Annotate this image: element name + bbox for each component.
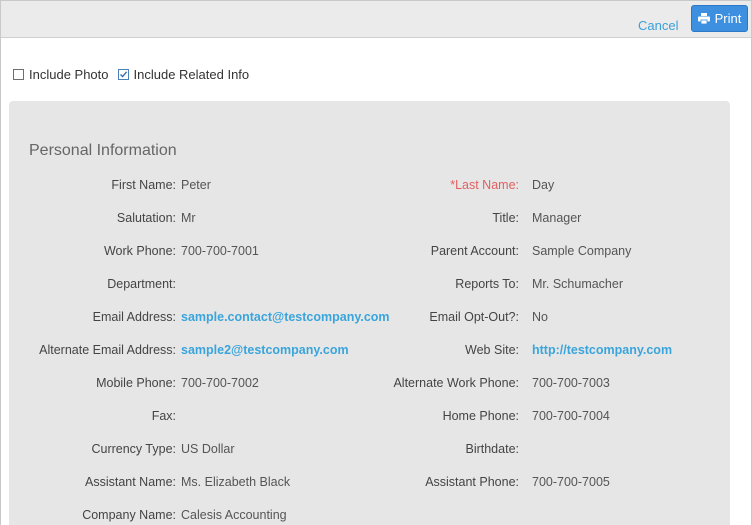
email-label: Email Address:	[92, 310, 176, 324]
alt-work-phone-label: Alternate Work Phone:	[393, 376, 519, 390]
reports-to-label: Reports To:	[455, 277, 519, 291]
field-row: Assistant Name: Ms. Elizabeth Black Assi…	[9, 475, 730, 495]
title-value: Manager	[532, 211, 582, 225]
top-toolbar: Cancel Print	[1, 1, 751, 38]
field-row: Email Address: sample.contact@testcompan…	[9, 310, 730, 330]
alt-email-link[interactable]: sample2@testcompany.com	[181, 343, 349, 357]
include-related-label: Include Related Info	[133, 67, 250, 82]
home-phone-label: Home Phone:	[442, 409, 519, 423]
parent-account-value: Sample Company	[532, 244, 632, 258]
assistant-phone-value: 700-700-7005	[532, 475, 610, 489]
field-row: Company Name: Calesis Accounting	[9, 508, 730, 525]
work-phone-value: 700-700-7001	[181, 244, 259, 258]
company-name-value: Calesis Accounting	[181, 508, 287, 522]
mobile-phone-label: Mobile Phone:	[96, 376, 176, 390]
field-row: Currency Type: US Dollar Birthdate:	[9, 442, 730, 462]
personal-info-panel: Personal Information First Name: Peter *…	[9, 101, 730, 525]
company-name-label: Company Name:	[82, 508, 176, 522]
email-opt-out-label: Email Opt-Out?:	[429, 310, 519, 324]
field-row: First Name: Peter *Last Name: Day	[9, 178, 730, 198]
include-related-option[interactable]: Include Related Info	[117, 67, 250, 82]
reports-to-value: Mr. Schumacher	[532, 277, 624, 291]
currency-type-label: Currency Type:	[91, 442, 176, 456]
salutation-label: Salutation:	[116, 211, 176, 225]
fax-label: Fax:	[151, 409, 176, 423]
first-name-value: Peter	[181, 178, 211, 192]
assistant-phone-label: Assistant Phone:	[425, 475, 519, 489]
alt-email-label: Alternate Email Address:	[39, 343, 176, 357]
email-link[interactable]: sample.contact@testcompany.com	[181, 310, 390, 324]
web-site-link[interactable]: http://testcompany.com	[532, 343, 672, 357]
last-name-value: Day	[532, 178, 555, 192]
web-site-label: Web Site:	[465, 343, 519, 357]
birthdate-label: Birthdate:	[465, 442, 519, 456]
field-row: Alternate Email Address: sample2@testcom…	[9, 343, 730, 363]
home-phone-value: 700-700-7004	[532, 409, 610, 423]
cancel-link[interactable]: Cancel	[638, 18, 678, 33]
print-button-label: Print	[714, 11, 742, 26]
currency-type-value: US Dollar	[181, 442, 235, 456]
field-row: Mobile Phone: 700-700-7002 Alternate Wor…	[9, 376, 730, 396]
mobile-phone-value: 700-700-7002	[181, 376, 259, 390]
field-row: Department: Reports To: Mr. Schumacher	[9, 277, 730, 297]
alt-work-phone-value: 700-700-7003	[532, 376, 610, 390]
print-options: Include Photo Include Related Info	[13, 67, 258, 82]
title-label: Title:	[492, 211, 519, 225]
first-name-label: First Name:	[111, 178, 176, 192]
field-row: Work Phone: 700-700-7001 Parent Account:…	[9, 244, 730, 264]
printer-icon	[697, 13, 710, 24]
field-row: Salutation: Mr Title: Manager	[9, 211, 730, 231]
department-label: Department:	[107, 277, 176, 291]
last-name-label: *Last Name:	[450, 178, 519, 192]
include-related-checkbox[interactable]	[117, 69, 129, 80]
work-phone-label: Work Phone:	[103, 244, 176, 258]
parent-account-label: Parent Account:	[430, 244, 519, 258]
field-row: Fax: Home Phone: 700-700-7004	[9, 409, 730, 429]
include-photo-checkbox[interactable]	[13, 69, 24, 80]
section-title: Personal Information	[29, 142, 177, 159]
checkmark-icon	[119, 71, 127, 78]
assistant-name-value: Ms. Elizabeth Black	[181, 475, 291, 489]
include-photo-option[interactable]: Include Photo	[13, 67, 109, 82]
email-opt-out-value: No	[532, 310, 548, 324]
include-photo-label: Include Photo	[29, 67, 109, 82]
salutation-value: Mr	[181, 211, 196, 225]
print-preview-window: Cancel Print Include Photo Include Relat…	[0, 0, 752, 525]
print-button[interactable]: Print	[691, 5, 748, 32]
assistant-name-label: Assistant Name:	[84, 475, 176, 489]
